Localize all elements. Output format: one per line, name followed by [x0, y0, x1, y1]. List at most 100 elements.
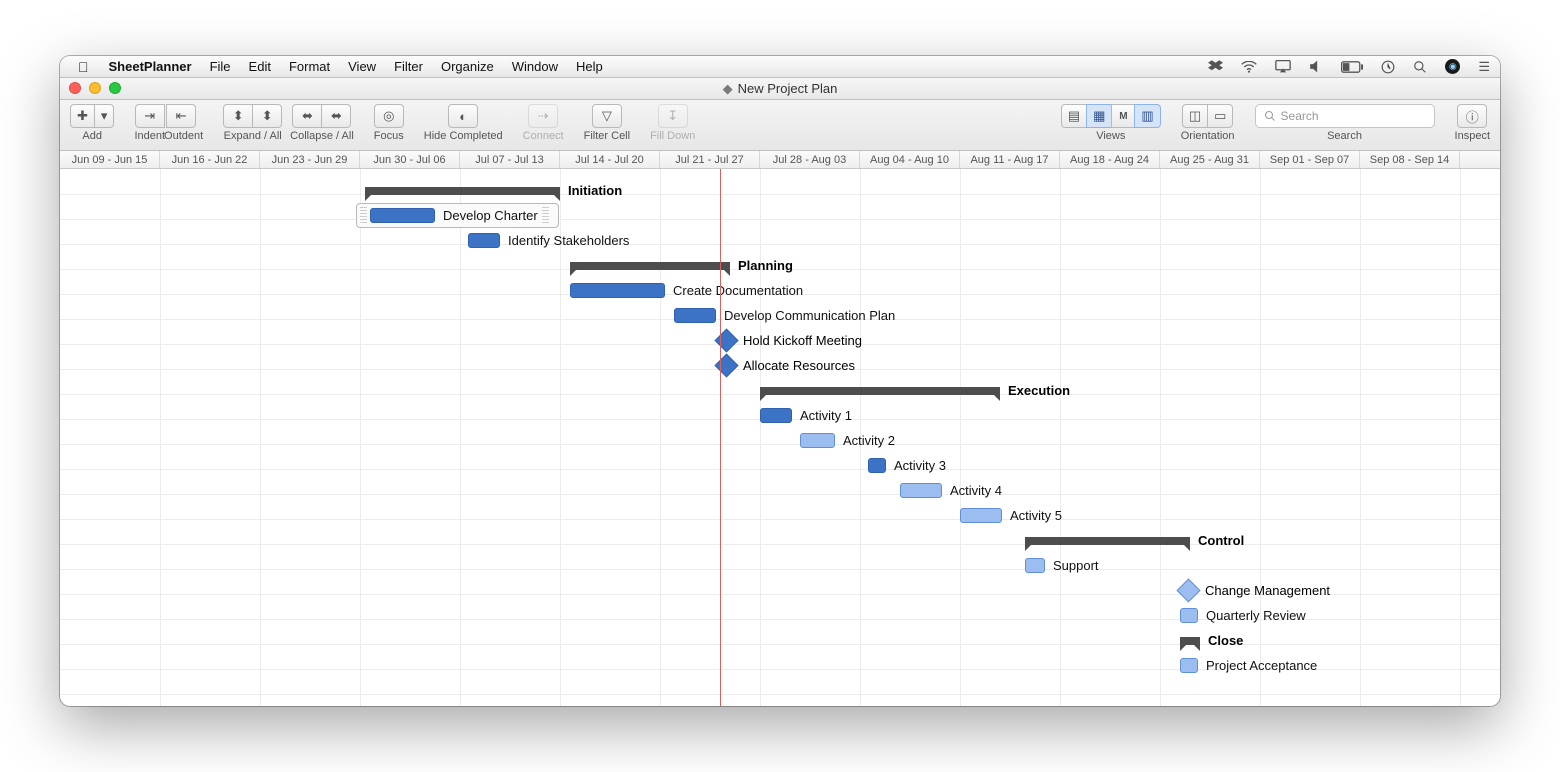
milestone[interactable]: Allocate Resources — [718, 353, 855, 378]
toolbar-add-group: ✚ ▾ Add — [70, 104, 114, 142]
search-input[interactable]: Search — [1255, 104, 1435, 128]
close-window-button[interactable] — [69, 82, 81, 94]
wifi-icon[interactable] — [1241, 61, 1257, 73]
siri-icon[interactable]: ◉ — [1445, 59, 1460, 74]
spotlight-icon[interactable] — [1413, 60, 1427, 74]
add-button[interactable]: ✚ — [70, 104, 95, 128]
window-titlebar[interactable]: ◆ New Project Plan — [60, 78, 1500, 100]
orientation-horizontal-button[interactable]: ◫ — [1182, 104, 1208, 128]
target-icon: ◎ — [383, 108, 394, 124]
task-bar[interactable]: Create Documentation — [570, 278, 803, 303]
task-label: Develop Communication Plan — [724, 308, 895, 323]
orientation-vertical-button[interactable]: ▭ — [1207, 104, 1233, 128]
view-calendar-button[interactable]: ▦ — [1086, 104, 1112, 128]
menu-file[interactable]: File — [210, 59, 231, 74]
task-label: Execution — [1008, 383, 1070, 398]
summary-bar[interactable]: Execution — [760, 378, 1070, 403]
task-bar[interactable]: Activity 3 — [868, 453, 946, 478]
timeline-week[interactable]: Jul 28 - Aug 03 — [760, 151, 860, 168]
task-bar[interactable]: Activity 5 — [960, 503, 1062, 528]
menu-window[interactable]: Window — [512, 59, 558, 74]
view-month-button[interactable]: M — [1111, 104, 1135, 128]
task-label: Activity 2 — [843, 433, 895, 448]
connect-button[interactable]: ⇢ — [528, 104, 558, 128]
expand-icon: ⬍ — [233, 108, 244, 124]
milestone[interactable]: Change Management — [1180, 578, 1330, 603]
calendar-view-icon: ▦ — [1093, 108, 1105, 124]
task-bar[interactable]: Activity 1 — [760, 403, 852, 428]
apple-menu-icon[interactable]:  — [78, 59, 89, 75]
summary-bar[interactable]: Planning — [570, 253, 793, 278]
milestone[interactable]: Hold Kickoff Meeting — [718, 328, 862, 353]
clock-icon[interactable] — [1381, 60, 1395, 74]
toolbar-search-label: Search — [1327, 130, 1362, 142]
notifications-icon[interactable]: ☰ — [1478, 59, 1490, 75]
expand-button[interactable]: ⬍ — [223, 104, 253, 128]
volume-icon[interactable] — [1309, 60, 1323, 73]
system-menubar:  SheetPlanner File Edit Format View Fil… — [60, 56, 1500, 78]
summary-bar[interactable]: Close — [1180, 628, 1243, 653]
timeline-week[interactable]: Jun 23 - Jun 29 — [260, 151, 360, 168]
collapse-button[interactable]: ⬌ — [292, 104, 322, 128]
timeline-week[interactable]: Aug 25 - Aug 31 — [1160, 151, 1260, 168]
timeline-week[interactable]: Jun 09 - Jun 15 — [60, 151, 160, 168]
menu-edit[interactable]: Edit — [249, 59, 271, 74]
minimize-window-button[interactable] — [89, 82, 101, 94]
gantt-canvas[interactable]: InitiationDevelop Charter Identify Stakeh… — [60, 169, 1500, 706]
task-bar[interactable]: Support — [1025, 553, 1099, 578]
app-menu[interactable]: SheetPlanner — [109, 59, 192, 74]
task-bar[interactable]: Activity 4 — [900, 478, 1002, 503]
menu-help[interactable]: Help — [576, 59, 603, 74]
hide-completed-button[interactable]: ◐ — [448, 104, 478, 128]
summary-bar[interactable]: Control — [1025, 528, 1244, 553]
task-label: Identify Stakeholders — [508, 233, 629, 248]
timeline-week[interactable]: Aug 18 - Aug 24 — [1060, 151, 1160, 168]
timeline-week[interactable]: Sep 01 - Sep 07 — [1260, 151, 1360, 168]
toolbar-outdent-label: Outdent — [164, 130, 203, 142]
battery-icon[interactable] — [1341, 61, 1363, 73]
task-bar[interactable]: Activity 2 — [800, 428, 895, 453]
summary-bar[interactable]: Initiation — [365, 178, 622, 203]
fill-down-button[interactable]: ↧ — [658, 104, 688, 128]
timeline-week[interactable]: Jun 30 - Jul 06 — [360, 151, 460, 168]
zoom-window-button[interactable] — [109, 82, 121, 94]
task-label: Control — [1198, 533, 1244, 548]
menu-organize[interactable]: Organize — [441, 59, 494, 74]
focus-button[interactable]: ◎ — [374, 104, 404, 128]
timeline-ruler[interactable]: Jun 09 - Jun 15Jun 16 - Jun 22Jun 23 - J… — [60, 151, 1500, 169]
task-bar[interactable]: Identify Stakeholders — [468, 228, 629, 253]
traffic-lights — [69, 82, 121, 94]
expand-all-button[interactable]: ⬍ — [252, 104, 282, 128]
timeline-week[interactable]: Jun 16 - Jun 22 — [160, 151, 260, 168]
menu-view[interactable]: View — [348, 59, 376, 74]
dropbox-icon[interactable] — [1208, 60, 1223, 73]
outdent-button[interactable]: ⇤ — [166, 104, 196, 128]
today-line — [720, 169, 721, 706]
timeline-week[interactable]: Jul 07 - Jul 13 — [460, 151, 560, 168]
airplay-icon[interactable] — [1275, 60, 1291, 73]
rows-icon: ▭ — [1214, 108, 1226, 124]
menu-filter[interactable]: Filter — [394, 59, 423, 74]
task-label: Project Acceptance — [1206, 658, 1317, 673]
toggle-icon: ◐ — [459, 109, 467, 124]
collapse-all-button[interactable]: ⬌ — [321, 104, 351, 128]
toolbar: ✚ ▾ Add ⇥ Indent ⇤ Outdent ⬍ ⬍ Expand / … — [60, 100, 1500, 151]
timeline-week[interactable]: Aug 11 - Aug 17 — [960, 151, 1060, 168]
timeline-week[interactable]: Aug 04 - Aug 10 — [860, 151, 960, 168]
task-bar[interactable]: Develop Charter — [356, 203, 559, 228]
menu-format[interactable]: Format — [289, 59, 330, 74]
timeline-week[interactable]: Sep 08 - Sep 14 — [1360, 151, 1460, 168]
view-outline-button[interactable]: ▤ — [1061, 104, 1087, 128]
task-bar[interactable]: Develop Communication Plan — [674, 303, 895, 328]
indent-button[interactable]: ⇥ — [135, 104, 165, 128]
task-label: Activity 1 — [800, 408, 852, 423]
view-timeline-button[interactable]: ▥ — [1134, 104, 1160, 128]
task-bar[interactable]: Quarterly Review — [1180, 603, 1306, 628]
filter-cell-button[interactable]: ▽ — [592, 104, 622, 128]
add-menu-button[interactable]: ▾ — [94, 104, 115, 128]
inspect-button[interactable]: ⓘ — [1457, 104, 1487, 128]
timeline-week[interactable]: Jul 21 - Jul 27 — [660, 151, 760, 168]
toolbar-collapse-label: Collapse / All — [290, 130, 354, 142]
task-bar[interactable]: Project Acceptance — [1180, 653, 1317, 678]
timeline-week[interactable]: Jul 14 - Jul 20 — [560, 151, 660, 168]
